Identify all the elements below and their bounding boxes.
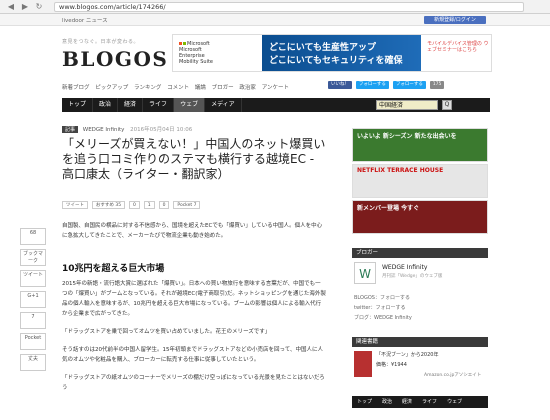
side-like-count[interactable]: 68 [20,228,46,245]
subnav-ranking[interactable]: ランキング [134,85,161,91]
tweet-button[interactable]: ツイート [62,201,88,209]
reload-icon[interactable]: ↻ [34,2,44,12]
footer-tab-life[interactable]: ライフ [417,396,442,408]
paragraph: そう話すのは20代前半の中国人留学生。15年初頭までドラッグストアなどの小売店を… [62,347,323,363]
livedoor-news-link[interactable]: livedoor ニュース [62,16,108,24]
side-gplus[interactable]: G+1 [20,291,46,308]
blogger-follow-blogos[interactable]: BLOGOS：フォローする [354,294,410,301]
banner-subheadline: どこにいてもセキュリティを確保 [269,56,403,66]
register-login-button[interactable]: 新規登録/ログイン [424,16,486,24]
ad-new-member[interactable]: 新メンバー登場 今すぐ [352,200,488,234]
footer-tab-top[interactable]: トップ [352,396,377,408]
subnav-pickup[interactable]: ピックアップ [95,85,128,91]
subnav-blogger[interactable]: ブロガー [212,85,234,91]
sub-navigation: 新着ブログ ピックアップ ランキング コメント 議論 ブロガー 政治家 アンケー… [62,83,293,91]
social-follow-buttons: いいね！ フォローする フォローする 175 [328,80,446,89]
back-icon[interactable]: ◀ [6,2,16,12]
subnav-survey[interactable]: アンケート [262,85,289,91]
category-badge: 記事 [62,126,79,133]
forward-icon[interactable]: ▶ [20,2,30,12]
paragraph: 2015年の新語・流行語大賞に選ばれた「爆買い」。日本への買い物旅行を意味する言… [62,281,326,317]
subnav-comment[interactable]: コメント [167,85,189,91]
gplus-button[interactable]: 1 [143,201,155,209]
tab-media[interactable]: メディア [205,98,242,112]
right-ads: いよいよ 新シーズン 新たな出会いを NETFLIX TERRACE HOUSE… [352,128,488,236]
side-ok-button[interactable]: 丈夫 [20,354,46,371]
fb-recommend-button[interactable]: おすすめ 35 [91,201,126,209]
ad-new-season[interactable]: いよいよ 新シーズン 新たな出会いを [352,128,488,162]
article-meta: 記事 WEDGE Infinity 2016年05月04日 10:06 [62,125,192,133]
browser-toolbar: ◀ ▶ ↻ www.blogos.com/article/174266/ [0,0,550,14]
hatena-button[interactable]: 0 [129,201,140,209]
top-links-bar: livedoor ニュース 新規登録/ログイン [0,14,550,26]
banner-cta: モバイルデバイス管理の ウェブセミナーはこちら [427,41,489,53]
follow-button[interactable]: フォローする [392,81,426,89]
line-button[interactable]: 0 [158,201,170,209]
microsoft-logo: Microsoft Microsoft Enterprise Mobility … [179,41,213,65]
article-author[interactable]: WEDGE Infinity [83,127,125,133]
article-lead: 自国製、自国民の横品に対する不信感から、国境を超えたECでも「爆買い」している中… [62,223,323,239]
banner-ad[interactable]: Microsoft Microsoft Enterprise Mobility … [172,34,492,72]
site-tagline: 意見をつなぐ。日本が変わる。 [62,39,140,45]
ad-netflix[interactable]: NETFLIX TERRACE HOUSE [352,164,488,198]
subnav-new-blogs[interactable]: 新着ブログ [62,85,90,91]
tab-life[interactable]: ライフ [143,98,175,112]
paragraph: 「ドラッグストアの紙オムツのコーナーでメリーズの棚だけ空っぽになっている光景を見… [62,375,325,391]
footer-tab-media[interactable]: メディア [352,408,382,420]
subnav-debate[interactable]: 議論 [195,85,206,91]
section-heading: 10兆円を超える巨大市場 [62,264,165,274]
search-icon[interactable]: Q [442,100,452,110]
banner-headline: どこにいても生産性アップ [269,43,377,53]
footer-tab-web[interactable]: ウェブ [442,396,467,408]
related-books-header: 関連書籍 [352,337,488,347]
blogger-blog-link[interactable]: ブログ：WEDGE Infinity [354,314,412,321]
side-pocket[interactable]: Pocket [20,333,46,350]
tab-economy[interactable]: 経済 [118,98,144,112]
twitter-follow-button[interactable]: フォローする [355,81,389,89]
book-cover-image[interactable] [354,351,372,377]
amazon-associate: Amazon.co.jpアソシエイト [424,373,482,378]
article-body: 2015年の新語・流行語大賞に選ばれた「爆買い」。日本への買い物旅行を意味する言… [62,279,326,401]
tab-politics[interactable]: 政治 [93,98,119,112]
blogger-desc: 月刊誌「Wedge」のウェブ版 [382,274,443,279]
book-price: 価格：¥1944 [376,362,407,368]
blogger-header: ブロガー [352,248,488,258]
footer-tab-economy[interactable]: 経済 [397,396,417,408]
side-pocket-count[interactable]: 7 [20,312,46,329]
tab-web[interactable]: ウェブ [174,98,206,112]
blogos-logo[interactable]: BLOGOS [62,47,168,71]
book-title[interactable]: 「不況ブーン」から2020年 [376,351,486,358]
blogger-follow-twitter[interactable]: twitter：フォローする [354,304,406,311]
address-bar[interactable]: www.blogos.com/article/174266/ [54,2,524,12]
pocket-button[interactable]: Pocket 7 [173,201,201,209]
share-bar: ツイート おすすめ 35 0 1 0 Pocket 7 [62,201,326,209]
side-tweet[interactable]: ツイート [20,270,46,287]
follower-count: 175 [429,81,445,89]
search-input[interactable]: 中国経済 [376,100,438,110]
wedge-logo-icon[interactable]: W [354,262,376,284]
article-date: 2016年05月04日 10:06 [130,127,193,133]
article-title: 「メリーズが買えない！」中国人のネット爆買いを追う口コミ作りのステマも横行する越… [62,137,326,181]
footer-tab-politics[interactable]: 政治 [377,396,397,408]
facebook-like-button[interactable]: いいね！ [328,81,352,89]
footer-navigation: トップ 政治 経済 ライフ ウェブ メディア [352,396,488,417]
side-bookmark[interactable]: ブックマーク [20,249,46,266]
floating-share-column: 68 ブックマーク ツイート G+1 7 Pocket 丈夫 [20,228,46,375]
subnav-politician[interactable]: 政治家 [239,85,256,91]
quote-paragraph: 「ドラッグストアを乗で回ってオムツを買い占めていました。花王のメリーズです」 [62,329,271,335]
tab-top[interactable]: トップ [62,98,94,112]
blogger-name[interactable]: WEDGE Infinity [382,264,427,271]
